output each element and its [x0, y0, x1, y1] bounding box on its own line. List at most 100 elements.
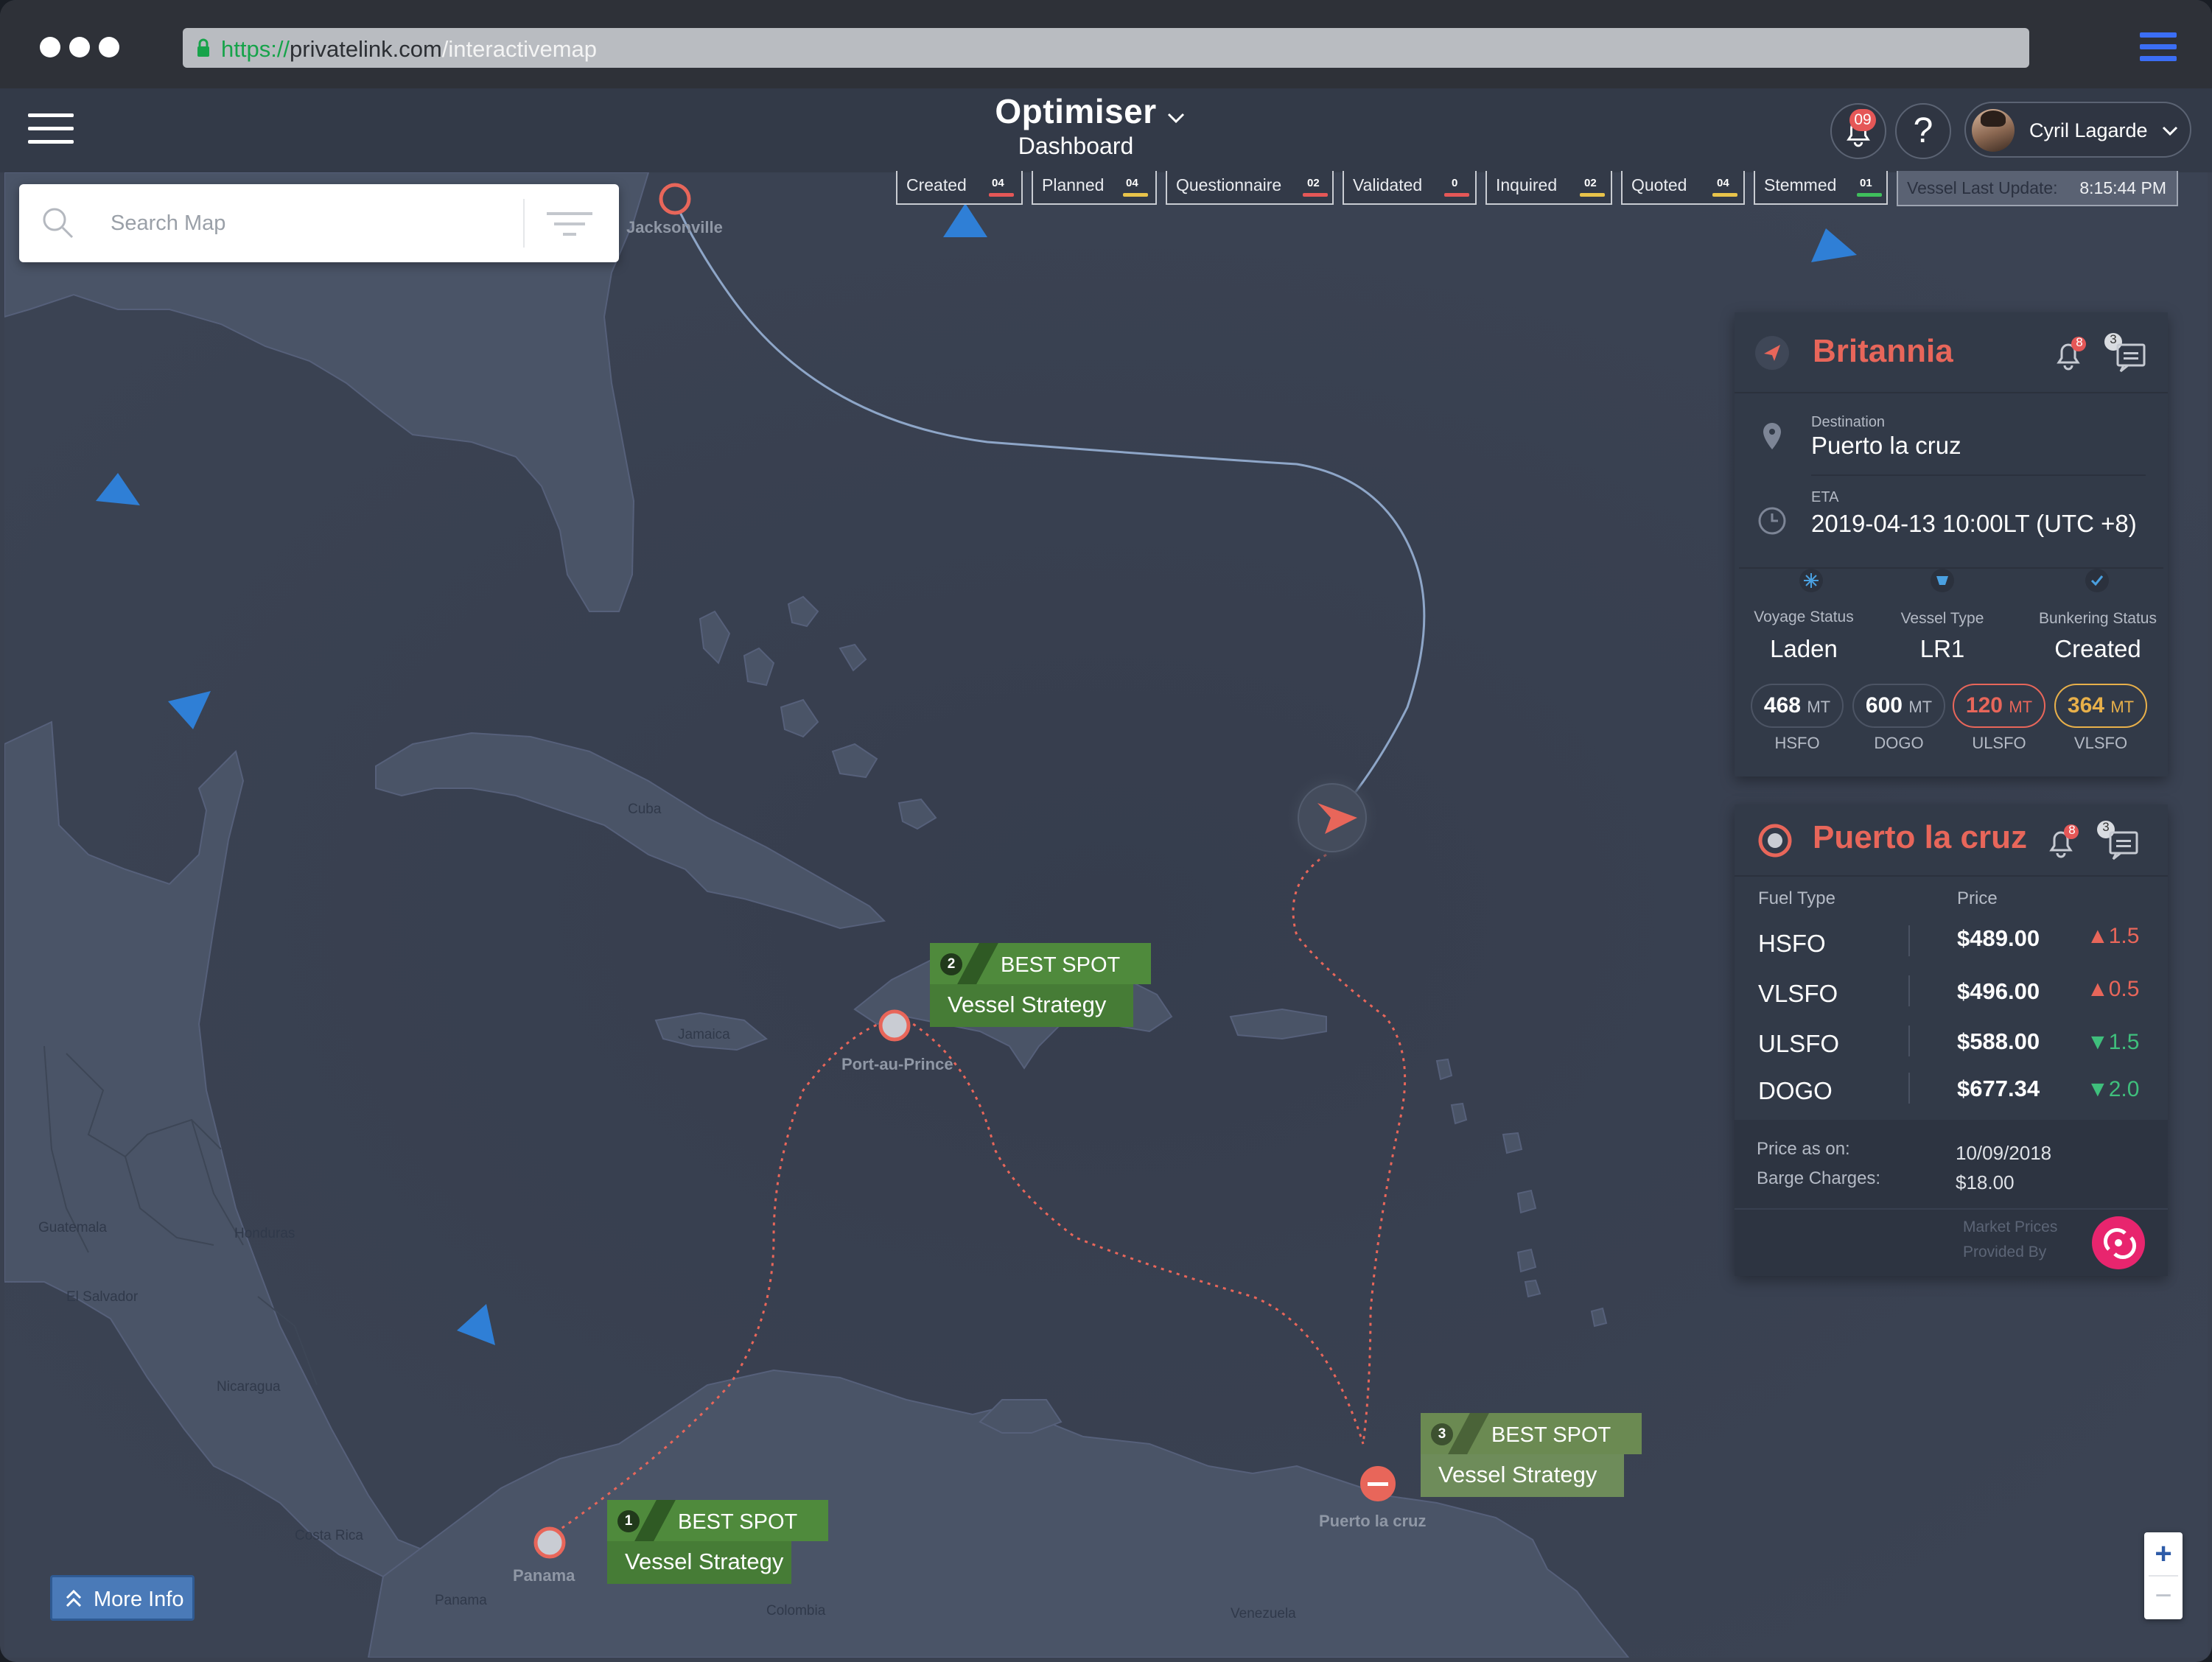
port-marker-panama[interactable] [533, 1526, 566, 1559]
vessel-strategy-label: Vessel Strategy [1421, 1454, 1624, 1497]
help-button[interactable]: ? [1895, 103, 1951, 159]
more-info-button[interactable]: More Info [50, 1575, 195, 1621]
user-name: Cyril Lagarde [2029, 119, 2148, 141]
divider [1908, 975, 1910, 1006]
port-messages-count: 3 [2102, 820, 2110, 834]
best-spot-card[interactable]: 3 BEST SPOT Vessel Strategy [1421, 1413, 1642, 1497]
bunkering-status-value: Created [2054, 635, 2141, 662]
address-bar[interactable]: https://privatelink.com/interactivemap [183, 28, 2029, 68]
divider [1908, 925, 1910, 956]
fuel-amount: 120 [1965, 693, 2003, 718]
fuel-name: VLSFO [2073, 734, 2128, 752]
app-title-block[interactable]: Optimiser Dashboard [958, 91, 1194, 160]
region-label: Honduras [234, 1226, 295, 1241]
region-label: Jamaica [678, 1027, 730, 1042]
search-map-box[interactable] [19, 184, 619, 262]
window-dot[interactable] [40, 37, 60, 57]
status-indicator [1303, 193, 1328, 197]
chevron-down-icon[interactable] [1166, 108, 1186, 128]
triangle-up-icon: ▲ [2087, 924, 2109, 948]
browser-menu-icon[interactable] [2140, 32, 2177, 62]
price-change: ▼2.0 [2087, 1077, 2139, 1102]
port-marker-port-au-prince[interactable] [878, 1009, 911, 1042]
zoom-in-button[interactable]: + [2144, 1534, 2183, 1575]
fuel-quantity-pill[interactable]: 468 MT [1751, 684, 1844, 728]
user-menu[interactable]: Cyril Lagarde [1964, 102, 2191, 158]
window-dot[interactable] [69, 37, 90, 57]
status-tab-count: 04 [1717, 177, 1729, 189]
status-tab-inquired[interactable]: Inquired 02 [1485, 171, 1612, 205]
check-icon [2085, 569, 2109, 592]
notifications-badge: 09 [1849, 109, 1876, 131]
vessel-messages-count: 3 [2110, 332, 2117, 346]
fuel-quantity-pill[interactable]: 600 MT [1852, 684, 1945, 728]
window-dot[interactable] [99, 37, 119, 57]
status-tab-created[interactable]: Created 04 [896, 171, 1023, 205]
best-spot-card[interactable]: 2 BEST SPOT Vessel Strategy [930, 943, 1151, 1027]
clock-icon [1758, 507, 1786, 535]
search-input[interactable] [111, 206, 523, 240]
status-tab-count: 02 [1584, 177, 1597, 189]
fuel-quantity-pill[interactable]: 120 MT [1953, 684, 2045, 728]
browser-chrome: https://privatelink.com/interactivemap [0, 0, 2212, 88]
fuel-price: $489.00 [1957, 925, 2040, 951]
double-chevron-up-icon [66, 1589, 82, 1607]
vessel-name[interactable]: Britannia [1813, 333, 1953, 370]
fuel-amount: 600 [1865, 693, 1903, 718]
port-marker-icon [1758, 824, 1792, 858]
url-host: privatelink.com [290, 36, 442, 62]
status-indicator [1444, 193, 1469, 197]
port-alerts-count: 8 [2068, 823, 2076, 837]
status-tab-stemmed[interactable]: Stemmed 01 [1754, 171, 1888, 205]
vessel-type-value: LR1 [1919, 635, 1965, 662]
lock-icon [197, 38, 209, 57]
help-label: ? [1913, 111, 1933, 150]
region-label: Colombia [766, 1603, 826, 1619]
best-spot-title: BEST SPOT [678, 1510, 798, 1534]
price-as-on-value: 10/09/2018 [1956, 1142, 2052, 1164]
destination-label: Destination [1811, 414, 1886, 430]
status-tab-quoted[interactable]: Quoted 04 [1621, 171, 1745, 205]
voyage-status-icon [1799, 569, 1823, 592]
status-tab-label: Inquired [1496, 175, 1558, 194]
triangle-up-icon: ▲ [2087, 977, 2109, 1001]
port-name[interactable]: Puerto la cruz [1813, 819, 2027, 856]
status-tab-planned[interactable]: Planned 04 [1032, 171, 1157, 205]
port-marker-jacksonville[interactable] [659, 183, 691, 215]
status-tab-label: Created [906, 175, 967, 194]
fuel-unit: MT [1908, 698, 1933, 716]
status-tab-label: Questionnaire [1176, 175, 1282, 194]
zoom-out-button[interactable]: − [2144, 1577, 2183, 1618]
city-label: Puerto la cruz [1319, 1512, 1427, 1530]
fuel-price: $588.00 [1957, 1028, 2040, 1054]
more-info-label: More Info [94, 1588, 184, 1611]
bunkering-status-label: Bunkering Status [2039, 610, 2157, 627]
provider-label: Provided By [1963, 1244, 2047, 1260]
best-spot-title: BEST SPOT [1001, 953, 1121, 977]
status-tab-questionnaire[interactable]: Questionnaire 02 [1166, 171, 1334, 205]
voyage-status-value: Laden [1770, 635, 1838, 662]
fuel-unit: MT [1807, 698, 1831, 716]
column-header-price: Price [1957, 888, 1998, 908]
eta-label: ETA [1811, 489, 1839, 505]
fuel-type: DOGO [1758, 1077, 1833, 1104]
price-change-value: 2.0 [2108, 1077, 2140, 1101]
fuel-quantity-pill[interactable]: 364 MT [2054, 684, 2147, 728]
app-header: Optimiser Dashboard ? [0, 88, 2212, 172]
url-scheme: https:// [221, 36, 290, 62]
chevron-down-icon [2162, 126, 2178, 136]
vessel-navigation-icon [1755, 336, 1789, 370]
filter-icon[interactable] [542, 206, 597, 242]
fuel-amount: 364 [2067, 693, 2104, 718]
status-tab-validated[interactable]: Validated 0 [1343, 171, 1477, 205]
status-indicator [989, 193, 1014, 197]
status-tab-count: 01 [1860, 177, 1872, 189]
status-tab-count: 0 [1452, 177, 1458, 189]
hamburger-menu-icon[interactable] [28, 113, 74, 144]
provider-logo-icon[interactable] [2091, 1216, 2146, 1270]
vessel-update-label: Vessel Last Update: [1907, 178, 2058, 197]
column-header-fuel-type: Fuel Type [1758, 888, 1835, 908]
best-spot-card[interactable]: 1 BEST SPOT Vessel Strategy [607, 1500, 828, 1584]
best-spot-number: 2 [940, 953, 962, 975]
city-label: Jacksonville [626, 218, 723, 236]
